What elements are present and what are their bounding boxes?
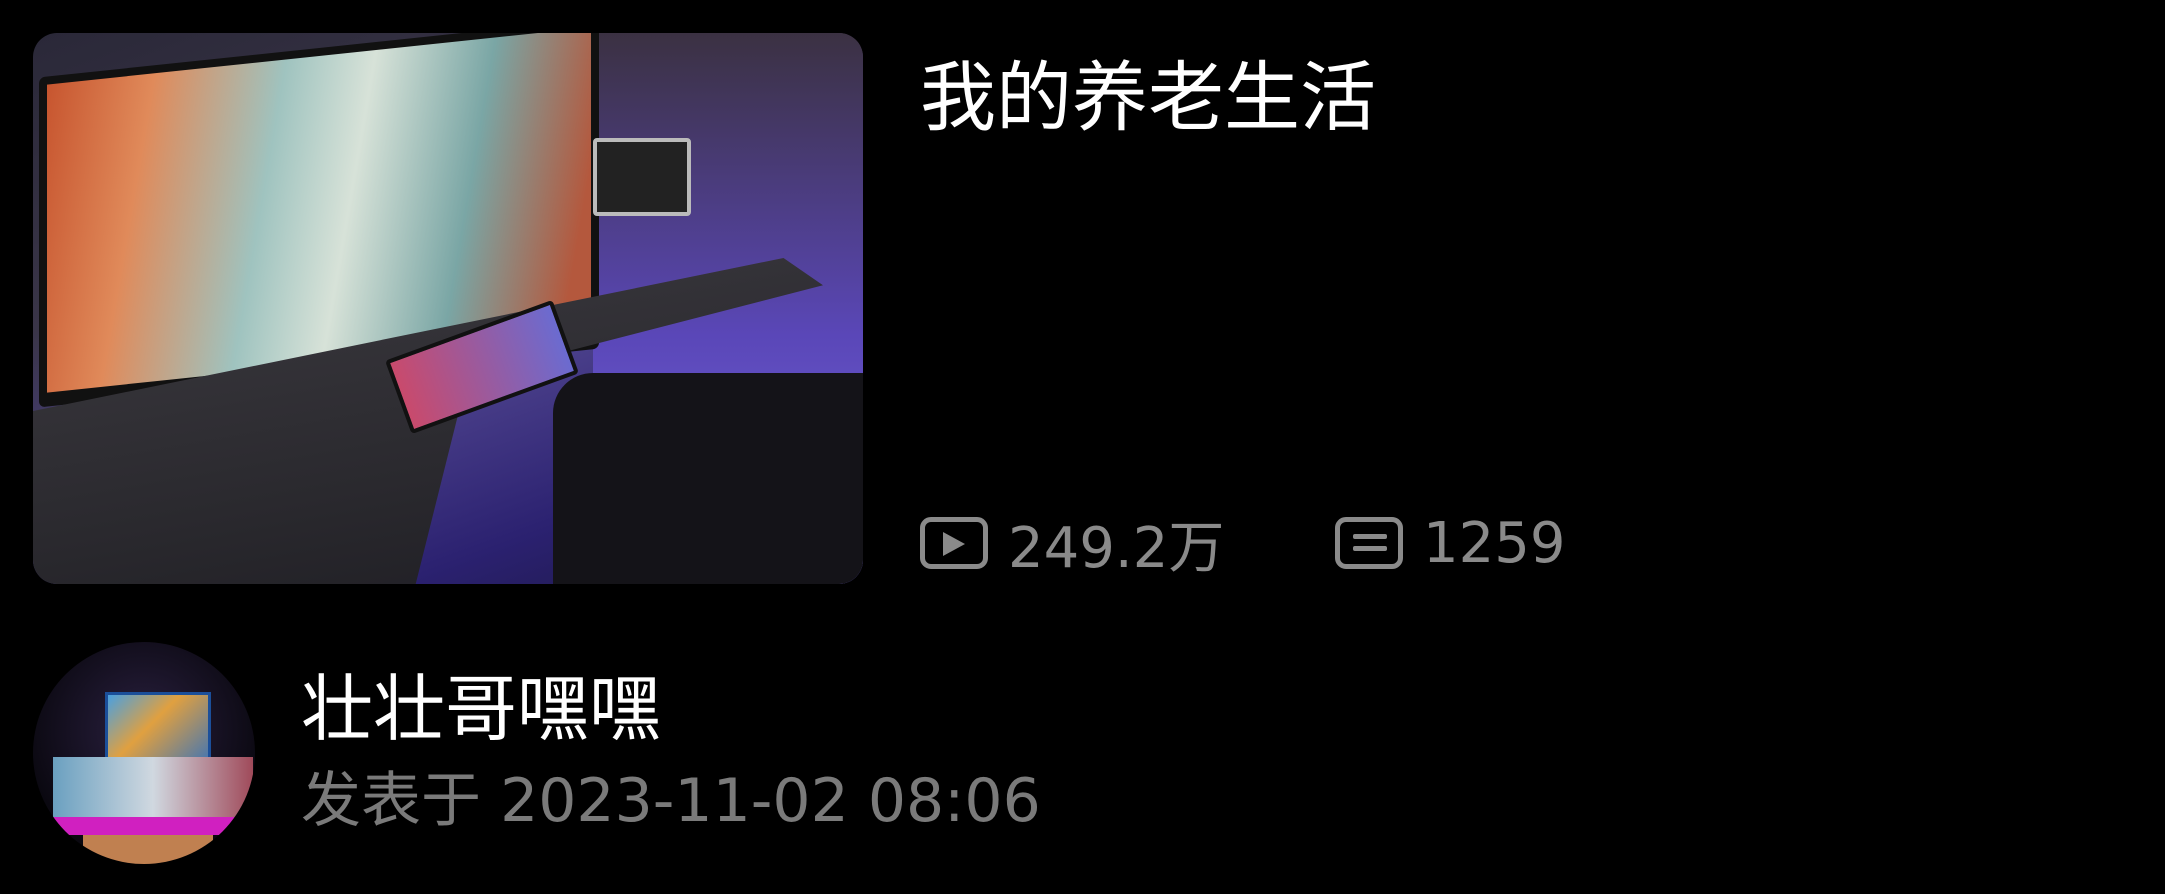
video-title[interactable]: 我的养老生活 xyxy=(920,52,1376,143)
publish-date: 发表于 2023-11-02 08:06 xyxy=(301,766,1041,836)
author-name[interactable]: 壮壮哥嘿嘿 xyxy=(301,650,661,755)
view-count-value: 249.2万 xyxy=(1008,515,1225,581)
comment-count[interactable]: 1259 xyxy=(1335,508,1566,578)
thumbnail-chair xyxy=(553,373,863,584)
thumbnail-tablet xyxy=(593,138,691,216)
avatar-glow xyxy=(48,817,248,835)
video-thumbnail[interactable] xyxy=(33,33,863,584)
author-avatar[interactable] xyxy=(33,642,255,864)
comment-count-value: 1259 xyxy=(1423,510,1566,576)
comment-icon xyxy=(1335,517,1403,569)
avatar-monitor xyxy=(53,757,253,817)
play-icon xyxy=(920,517,988,569)
view-count: 249.2万 xyxy=(920,508,1224,581)
avatar-desk xyxy=(83,835,213,864)
